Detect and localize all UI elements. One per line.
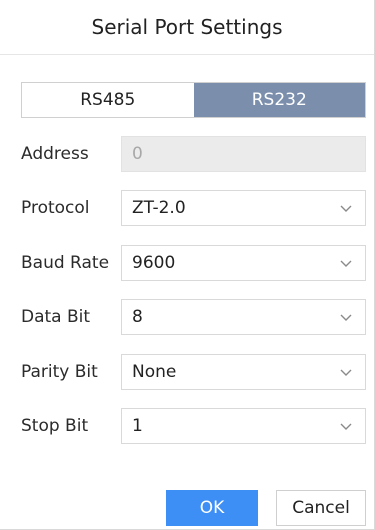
- stop-bit-row: Stop Bit 1: [21, 408, 366, 444]
- baud-rate-row: Baud Rate 9600: [21, 245, 366, 281]
- address-row: Address 0: [21, 136, 366, 172]
- data-bit-label: Data Bit: [21, 307, 91, 327]
- baud-rate-label: Baud Rate: [21, 253, 110, 273]
- protocol-value: ZT-2.0: [132, 198, 186, 218]
- dialog-header: Serial Port Settings: [0, 0, 374, 55]
- parity-bit-row: Parity Bit None: [21, 354, 366, 390]
- protocol-row: Protocol ZT-2.0: [21, 190, 366, 226]
- chevron-down-icon: [339, 365, 353, 379]
- chevron-down-icon: [339, 201, 353, 215]
- parity-bit-select[interactable]: None: [121, 354, 366, 390]
- address-field: 0: [121, 136, 366, 172]
- stop-bit-value: 1: [132, 416, 143, 436]
- data-bit-select[interactable]: 8: [121, 299, 366, 335]
- parity-bit-label: Parity Bit: [21, 362, 98, 382]
- baud-rate-value: 9600: [132, 253, 176, 273]
- chevron-down-icon: [339, 419, 353, 433]
- chevron-down-icon: [339, 310, 353, 324]
- parity-bit-value: None: [132, 362, 177, 382]
- address-placeholder: 0: [132, 144, 143, 164]
- ok-button[interactable]: OK: [166, 490, 258, 526]
- cancel-button[interactable]: Cancel: [276, 490, 366, 526]
- protocol-label: Protocol: [21, 198, 90, 218]
- protocol-select[interactable]: ZT-2.0: [121, 190, 366, 226]
- tab-rs232[interactable]: RS232: [193, 83, 365, 117]
- chevron-down-icon: [339, 256, 353, 270]
- data-bit-row: Data Bit 8: [21, 299, 366, 335]
- stop-bit-select[interactable]: 1: [121, 408, 366, 444]
- dialog-title: Serial Port Settings: [91, 15, 283, 39]
- data-bit-value: 8: [132, 307, 143, 327]
- baud-rate-select[interactable]: 9600: [121, 245, 366, 281]
- interface-tabs: RS485 RS232: [21, 82, 366, 118]
- stop-bit-label: Stop Bit: [21, 416, 89, 436]
- serial-port-settings-dialog: Serial Port Settings RS485 RS232 Address…: [0, 0, 375, 530]
- address-label: Address: [21, 144, 89, 164]
- tab-rs485[interactable]: RS485: [22, 83, 194, 117]
